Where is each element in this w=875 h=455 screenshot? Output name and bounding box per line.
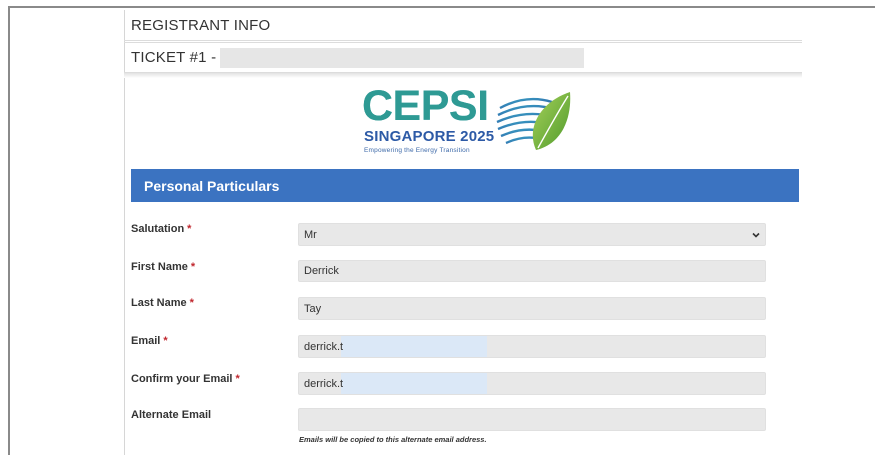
alternate-email-input[interactable] — [298, 408, 766, 431]
first-name-input[interactable]: Derrick — [298, 260, 766, 282]
event-logo: CEPSI SINGAPORE 2025 Empowering the Ener… — [362, 84, 572, 158]
logo-main-text: CEPSI — [362, 82, 489, 130]
alternate-email-hint: Emails will be copied to this alternate … — [299, 435, 487, 444]
header-shadow — [124, 73, 802, 78]
confirm-email-label-text: Confirm your Email — [131, 373, 233, 385]
email-label-text: Email — [131, 335, 161, 347]
salutation-label-text: Salutation — [131, 223, 185, 235]
salutation-value: Mr — [304, 228, 317, 241]
required-marker: * — [189, 297, 194, 309]
last-name-input[interactable]: Tay — [298, 297, 766, 320]
salutation-label: Salutation * — [131, 223, 191, 235]
confirm-email-input[interactable]: derrick.t — [298, 372, 766, 395]
last-name-label-text: Last Name — [131, 297, 187, 309]
window-frame-top — [8, 6, 875, 8]
required-marker: * — [190, 261, 196, 273]
window-frame-left — [8, 6, 10, 455]
section-title: Personal Particulars — [144, 177, 280, 194]
first-name-value: Derrick — [304, 265, 339, 277]
email-autofill-highlight — [341, 336, 487, 357]
last-name-value: Tay — [304, 302, 322, 315]
confirm-email-label: Confirm your Email * — [131, 373, 240, 385]
first-name-label: First Name * — [131, 261, 195, 273]
email-value: derrick.t — [304, 340, 344, 353]
personal-particulars-header: Personal Particulars — [131, 169, 799, 202]
required-marker: * — [187, 223, 192, 235]
logo-tagline: Empowering the Energy Transition — [364, 147, 470, 154]
logo-sub-text: SINGAPORE 2025 — [364, 128, 495, 145]
ticket-heading: TICKET #1 - — [124, 42, 802, 73]
globe-leaf-icon — [496, 92, 571, 150]
alternate-email-label: Alternate Email — [131, 409, 211, 421]
last-name-label: Last Name * — [131, 297, 194, 309]
email-input[interactable]: derrick.t — [298, 335, 766, 358]
first-name-label-text: First Name — [131, 261, 188, 273]
registrant-info-title: REGISTRANT INFO — [131, 16, 271, 34]
confirm-email-value: derrick.t — [304, 377, 344, 390]
ticket-name-redacted — [220, 47, 585, 68]
salutation-select[interactable]: Mr — [298, 223, 766, 246]
chevron-down-icon — [752, 232, 760, 238]
registrant-info-heading: REGISTRANT INFO — [124, 10, 802, 41]
confirm-email-autofill-highlight — [341, 373, 487, 394]
ticket-label: TICKET #1 - — [131, 49, 217, 66]
alternate-email-label-text: Alternate Email — [131, 409, 212, 421]
email-label: Email * — [131, 335, 168, 347]
required-marker: * — [163, 335, 168, 347]
required-marker: * — [235, 373, 240, 385]
